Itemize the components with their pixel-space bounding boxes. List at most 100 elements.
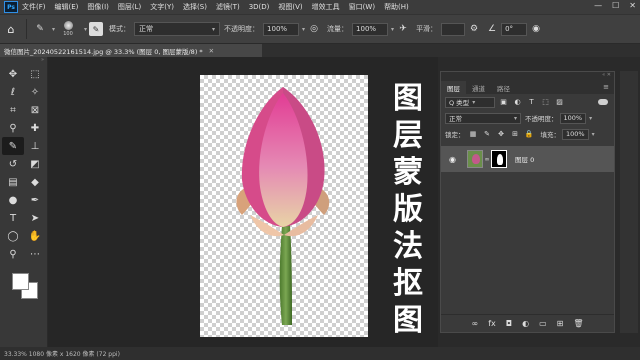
menu-window[interactable]: 窗口(W) [349, 2, 375, 12]
lock-all-icon[interactable]: 🔒 [524, 129, 535, 140]
brush-settings-icon[interactable]: ✎ [89, 22, 104, 36]
layer-row[interactable]: ◉ ∞ 图层 0 [441, 146, 614, 172]
link-layers-icon[interactable]: ∞ [472, 319, 479, 328]
panel-collapse-icon[interactable]: « ✕ [441, 72, 614, 80]
menu-type[interactable]: 文字(Y) [150, 2, 174, 12]
zoom-tool-icon[interactable]: ⚲ [2, 245, 24, 263]
crop-tool-icon[interactable]: ⌗ [2, 101, 24, 119]
menu-filter[interactable]: 滤镜(T) [216, 2, 240, 12]
type-tool-icon[interactable]: T [2, 209, 24, 227]
menu-layer[interactable]: 图层(L) [118, 2, 141, 12]
hand-tool-icon[interactable]: ✋ [24, 227, 46, 245]
shape-filter-icon[interactable]: ⬚ [540, 97, 551, 108]
gradient-tool-icon[interactable]: ▤ [2, 173, 24, 191]
menu-image[interactable]: 图像(I) [87, 2, 109, 12]
menu-plugins[interactable]: 增效工具 [312, 2, 340, 12]
flow-input[interactable]: 100% [352, 22, 389, 36]
document-tab[interactable]: 微信图片_20240522161514.jpg @ 33.3% (图层 0, 图… [0, 44, 262, 57]
dodge-tool-icon[interactable]: ● [2, 191, 24, 209]
gear-icon[interactable]: ⚙ [467, 22, 481, 36]
eyedropper-tool-icon[interactable]: ⚲ [2, 119, 24, 137]
chevron-down-icon: ▾ [212, 25, 216, 33]
filter-toggle[interactable] [598, 99, 608, 105]
frame-tool-icon[interactable]: ⊠ [24, 101, 46, 119]
tab-paths[interactable]: 路径 [491, 81, 516, 94]
panel-collapse-icon[interactable]: » [0, 57, 47, 65]
menu-edit[interactable]: 编辑(E) [55, 2, 79, 12]
menu-file[interactable]: 文件(F) [22, 2, 46, 12]
fill-input[interactable]: 100% [562, 128, 589, 140]
clone-stamp-tool-icon[interactable]: ⊥ [24, 137, 46, 155]
tools-panel: » ✥ ⬚ ℓ ✧ ⌗ ⊠ ⚲ ✚ ✎ ⊥ ↺ ◩ ▤ ◆ ● ✒ T ➤ ◯ … [0, 57, 48, 347]
chevron-down-icon[interactable]: ▾ [592, 131, 595, 138]
angle-icon: ∠ [488, 24, 497, 34]
shape-tool-icon[interactable]: ◯ [2, 227, 24, 245]
move-tool-icon[interactable]: ✥ [2, 65, 24, 83]
lock-pixels-icon[interactable]: ▦ [468, 129, 479, 140]
tab-channels[interactable]: 通道 [466, 81, 491, 94]
chevron-down-icon[interactable]: ▾ [589, 115, 592, 122]
menu-select[interactable]: 选择(S) [183, 2, 207, 12]
new-group-icon[interactable]: ▭ [539, 319, 547, 328]
home-icon[interactable]: ⌂ [0, 23, 22, 36]
blur-tool-icon[interactable]: ◆ [24, 173, 46, 191]
adjustment-layer-icon[interactable]: ◐ [522, 319, 529, 328]
trash-icon[interactable]: 🗑 [573, 319, 583, 328]
smart-object-filter-icon[interactable]: ▨ [554, 97, 565, 108]
close-icon[interactable]: ✕ [209, 47, 214, 55]
airbrush-icon[interactable]: ✈ [396, 22, 410, 36]
menu-view[interactable]: 视图(V) [278, 2, 302, 12]
maximize-button[interactable]: ☐ [612, 1, 619, 10]
brush-tool-icon[interactable]: ✎ [2, 137, 24, 155]
angle-input[interactable]: 0° [501, 22, 528, 36]
close-button[interactable]: ✕ [629, 1, 636, 10]
eye-icon[interactable]: ◉ [449, 155, 461, 164]
quick-select-tool-icon[interactable]: ✧ [24, 83, 46, 101]
menu-help[interactable]: 帮助(H) [384, 2, 409, 12]
lasso-tool-icon[interactable]: ℓ [2, 83, 24, 101]
pressure-opacity-icon[interactable]: ◎ [307, 22, 321, 36]
link-icon[interactable]: ∞ [483, 156, 491, 163]
layer-filter-select[interactable]: Q 类型 ▾ [445, 96, 495, 108]
pen-tool-icon[interactable]: ✒ [24, 191, 46, 209]
brush-preset-picker[interactable]: 100 [55, 21, 81, 37]
lock-label: 锁定： [445, 131, 465, 139]
marquee-tool-icon[interactable]: ⬚ [24, 65, 46, 83]
document-canvas[interactable] [200, 75, 368, 337]
chevron-down-icon[interactable]: ▾ [84, 26, 87, 33]
lock-artboard-icon[interactable]: ⊞ [510, 129, 521, 140]
brush-tool-icon[interactable]: ✎ [33, 22, 47, 36]
type-filter-icon[interactable]: T [526, 97, 537, 108]
layer-mask-thumbnail[interactable] [491, 150, 507, 168]
more-tools-icon[interactable]: ⋯ [24, 245, 46, 263]
mode-select[interactable]: 正常 ▾ [134, 22, 221, 36]
history-brush-tool-icon[interactable]: ↺ [2, 155, 24, 173]
chevron-down-icon[interactable]: ▾ [302, 26, 305, 33]
layer-opacity-input[interactable]: 100% [559, 112, 587, 124]
eraser-tool-icon[interactable]: ◩ [24, 155, 46, 173]
lock-position-icon[interactable]: ✥ [496, 129, 507, 140]
layers-panel: « ✕ 图层 通道 路径 ≡ Q 类型 ▾ ▣ ◐ T ⬚ ▨ 正常 ▾ 不透明… [440, 71, 615, 333]
layer-thumbnail[interactable] [467, 150, 483, 168]
panel-menu-icon[interactable]: ≡ [603, 83, 614, 91]
layer-name[interactable]: 图层 0 [515, 154, 534, 164]
path-select-tool-icon[interactable]: ➤ [24, 209, 46, 227]
menu-3d[interactable]: 3D(D) [249, 3, 270, 11]
minimize-button[interactable]: — [594, 1, 602, 10]
new-layer-icon[interactable]: ⊞ [557, 319, 564, 328]
opacity-input[interactable]: 100% [263, 22, 300, 36]
lock-image-icon[interactable]: ✎ [482, 129, 493, 140]
pressure-size-icon[interactable]: ◉ [529, 22, 543, 36]
foreground-color-swatch[interactable] [12, 273, 29, 290]
adjustment-filter-icon[interactable]: ◐ [512, 97, 523, 108]
fx-icon[interactable]: fx [488, 319, 496, 328]
healing-brush-tool-icon[interactable]: ✚ [24, 119, 46, 137]
pixel-filter-icon[interactable]: ▣ [498, 97, 509, 108]
blend-mode-value: 正常 [449, 115, 462, 123]
opacity-label: 不透明度： [224, 25, 260, 33]
add-mask-icon[interactable]: ◘ [506, 319, 512, 328]
blend-mode-select[interactable]: 正常 ▾ [445, 112, 521, 124]
tab-layers[interactable]: 图层 [441, 81, 466, 94]
smoothing-input[interactable] [441, 22, 466, 36]
chevron-down-icon[interactable]: ▾ [391, 26, 394, 33]
